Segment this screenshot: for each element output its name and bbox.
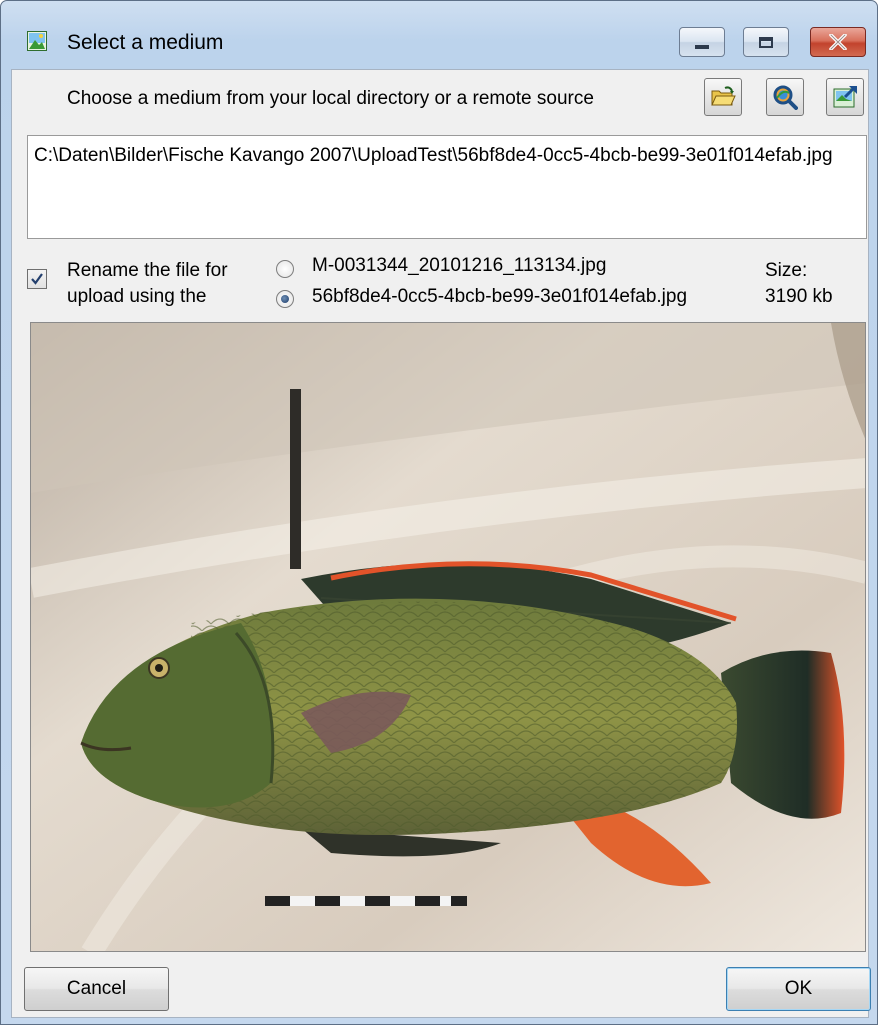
export-button[interactable]: [826, 78, 864, 116]
maximize-icon: [759, 36, 773, 48]
close-icon: [829, 34, 847, 50]
search-remote-icon: [773, 85, 798, 110]
title-bar[interactable]: Select a medium: [1, 1, 877, 57]
size-value: 3190 kb: [765, 286, 833, 307]
window-title: Select a medium: [67, 31, 224, 54]
open-local-file-button[interactable]: [704, 78, 742, 116]
file-path-field[interactable]: C:\Daten\Bilder\Fische Kavango 2007\Uplo…: [27, 135, 867, 239]
maximize-button[interactable]: [743, 27, 789, 57]
fish-photo: [31, 323, 865, 951]
size-caption: Size:: [765, 260, 808, 281]
rename-option-guid-label[interactable]: 56bf8de4-0cc5-4bcb-be99-3e01f014efab.jpg: [312, 286, 687, 308]
search-remote-button[interactable]: [766, 78, 804, 116]
instruction-text: Choose a medium from your local director…: [67, 88, 594, 109]
dialog-content: Choose a medium from your local director…: [11, 69, 871, 1018]
rename-option-original-label[interactable]: M-0031344_20101216_113134.jpg: [312, 255, 606, 277]
minimize-icon: [695, 45, 709, 49]
image-preview: [30, 322, 866, 952]
export-icon: [833, 85, 857, 108]
ok-button[interactable]: OK: [726, 967, 871, 1011]
radio-selected-dot: [281, 295, 289, 303]
checkmark-icon: [31, 273, 43, 285]
picture-icon: [27, 31, 47, 51]
rename-option-guid-radio[interactable]: [276, 290, 294, 308]
file-size: Size: 3190 kb: [765, 258, 833, 310]
dialog-window: Select a medium Choose a medium from you…: [0, 0, 878, 1025]
rename-checkbox[interactable]: [27, 269, 47, 289]
open-folder-icon: [711, 86, 736, 106]
minimize-button[interactable]: [679, 27, 725, 57]
rename-option-original-radio[interactable]: [276, 260, 294, 278]
close-button[interactable]: [810, 27, 866, 57]
rename-label: Rename the file for upload using the: [67, 260, 228, 307]
cancel-button[interactable]: Cancel: [24, 967, 169, 1011]
